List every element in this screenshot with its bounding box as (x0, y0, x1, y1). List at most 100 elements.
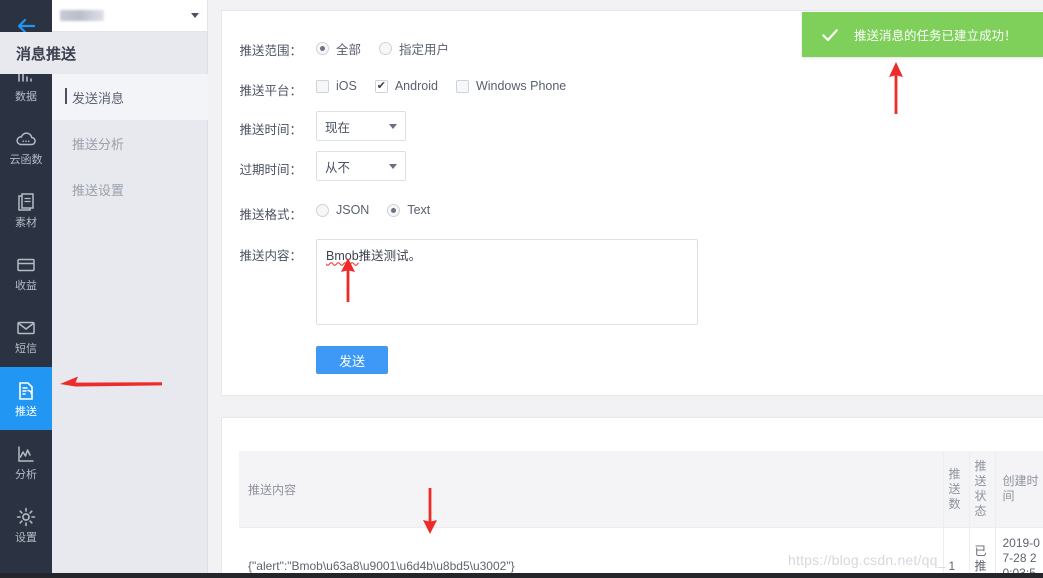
cell-count: 1 (942, 527, 969, 578)
documents-icon (18, 193, 34, 211)
subnav-list: 发送消息 推送分析 推送设置 (52, 74, 208, 212)
scope-radio-specified-users-label: 指定用户 (399, 43, 450, 57)
subnav-item-label: 发送消息 (72, 90, 125, 106)
format-radio-text-label: Text (407, 203, 431, 217)
sidebar-item-label: 素材 (15, 217, 37, 229)
platform-options: iOS ✔ Android Windows Phone (316, 79, 584, 93)
platform-checkbox-windows-phone-label: Windows Phone (475, 79, 567, 93)
subnav-item-send-message[interactable]: 发送消息 (52, 74, 208, 120)
sidebar-item-sms[interactable]: 短信 (0, 304, 52, 367)
expire-time-select[interactable]: 从不 (316, 151, 406, 181)
sidebar-item-settings[interactable]: 设置 (0, 493, 52, 556)
app-root: 数据 云函数 素材 收益 短信 推送 分析 设置 发送消息 推送分析 推送设置 … (0, 0, 1043, 578)
chevron-down-icon (389, 163, 397, 169)
cloud-icon (16, 132, 36, 146)
table-header: 推送内容 推送数 推送状态 创建时间 (239, 451, 1043, 528)
platform-checkbox-windows-phone[interactable]: Windows Phone (455, 79, 567, 93)
push-time-label: 推送时间： (239, 123, 302, 137)
cell-status: 已推送 (968, 527, 995, 578)
success-toast-message: 推送消息的任务已建立成功！ (854, 29, 1017, 43)
expire-time-value: 从不 (325, 160, 351, 175)
platform-checkbox-android[interactable]: ✔ Android (374, 79, 438, 93)
cell-created: 2019-07-28 20:03:52 (994, 527, 1043, 578)
push-form-panel: 推送范围： 全部 指定用户 推送平台： iOS ✔ Android Window… (221, 10, 1043, 396)
success-toast: 推送消息的任务已建立成功！ (802, 12, 1043, 57)
scope-options: 全部 指定用户 (316, 39, 467, 58)
sidebar-item-push[interactable]: 推送 (0, 367, 52, 430)
radio-icon (387, 203, 401, 217)
scope-label: 推送范围： (239, 44, 302, 58)
format-options: JSON Text (316, 203, 448, 217)
primary-icon-rail: 数据 云函数 素材 收益 短信 推送 分析 设置 (0, 0, 52, 578)
checkbox-icon (455, 79, 469, 93)
radio-icon (316, 203, 329, 217)
format-radio-json[interactable]: JSON (316, 203, 369, 217)
sidebar-item-revenue[interactable]: 收益 (0, 241, 52, 304)
subnav-item-label: 推送设置 (72, 182, 125, 198)
expire-time-control: 从不 (316, 151, 406, 181)
content-control: Bmob推送测试。 (316, 239, 698, 325)
platform-label: 推送平台： (239, 84, 302, 98)
line-chart-icon (18, 446, 34, 462)
content-area: 推送范围： 全部 指定用户 推送平台： iOS ✔ Android Window… (208, 0, 1043, 578)
sidebar-item-label: 设置 (15, 532, 37, 544)
platform-checkbox-ios[interactable]: iOS (316, 79, 357, 93)
bottom-edge-strip (0, 573, 1043, 578)
subnav-item-label: 推送分析 (72, 136, 125, 152)
checkbox-icon (316, 79, 329, 93)
envelope-icon (17, 321, 35, 335)
check-icon (822, 28, 838, 41)
push-content-spellchecked-word: Bmob (326, 249, 359, 263)
chevron-down-icon (389, 123, 397, 129)
sidebar-item-label: 数据 (15, 91, 37, 103)
sidebar-item-label: 收益 (15, 280, 37, 292)
table-header-row: 推送内容 推送数 推送状态 创建时间 (239, 451, 1043, 528)
form-row-format: 推送格式： JSON Text (222, 203, 448, 223)
page-title-text: 消息推送 (16, 45, 77, 63)
push-time-value: 现在 (325, 120, 351, 135)
column-header-content: 推送内容 (239, 451, 943, 528)
form-row-scope: 推送范围： 全部 指定用户 (222, 39, 467, 59)
scope-radio-specified-users[interactable]: 指定用户 (379, 39, 449, 58)
account-selector[interactable] (52, 0, 208, 32)
subnav-item-push-settings[interactable]: 推送设置 (52, 166, 208, 212)
push-content-textarea[interactable]: Bmob推送测试。 (316, 239, 698, 325)
expire-time-label: 过期时间： (239, 163, 302, 177)
subnav-item-push-analysis[interactable]: 推送分析 (52, 120, 208, 166)
gear-icon (16, 507, 36, 527)
format-label: 推送格式： (239, 208, 302, 222)
chevron-down-icon (191, 13, 199, 18)
page-title: 消息推送 (0, 32, 156, 74)
sidebar-item-label: 分析 (15, 469, 37, 481)
sidebar-item-label: 云函数 (9, 154, 43, 166)
account-name-redacted (60, 10, 104, 21)
checkbox-checked-icon: ✔ (374, 79, 388, 93)
form-row-platform: 推送平台： iOS ✔ Android Windows Phone (222, 79, 584, 99)
scope-radio-all[interactable]: 全部 (316, 39, 361, 58)
radio-icon (316, 42, 329, 55)
watermark: https://blog.csdn.net/qq_ (788, 552, 946, 568)
format-radio-text[interactable]: Text (387, 203, 430, 217)
secondary-sidebar: 发送消息 推送分析 推送设置 (52, 0, 208, 578)
push-doc-icon (19, 382, 33, 400)
send-button[interactable]: 发送 (316, 346, 388, 374)
sidebar-item-label: 推送 (15, 406, 37, 418)
column-header-created: 创建时间 (994, 451, 1043, 528)
sidebar-item-material[interactable]: 素材 (0, 178, 52, 241)
platform-checkbox-android-label: Android (394, 79, 438, 93)
sidebar-item-cloud-function[interactable]: 云函数 (0, 115, 52, 178)
sidebar-item-label: 短信 (15, 343, 37, 355)
scope-radio-all-label: 全部 (336, 43, 362, 57)
radio-icon (379, 42, 393, 55)
platform-checkbox-ios-label: iOS (336, 79, 357, 93)
form-row-expire-time: 过期时间： 从不 (222, 151, 406, 181)
form-row-push-time: 推送时间： 现在 (222, 111, 406, 141)
form-row-content: 推送内容： Bmob推送测试。 (222, 239, 698, 325)
push-time-select[interactable]: 现在 (316, 111, 406, 141)
card-icon (17, 258, 35, 272)
push-time-control: 现在 (316, 111, 406, 141)
column-header-status: 推送状态 (968, 451, 995, 528)
content-label: 推送内容： (239, 249, 302, 263)
sidebar-item-analysis[interactable]: 分析 (0, 430, 52, 493)
column-header-count: 推送数 (942, 451, 969, 528)
